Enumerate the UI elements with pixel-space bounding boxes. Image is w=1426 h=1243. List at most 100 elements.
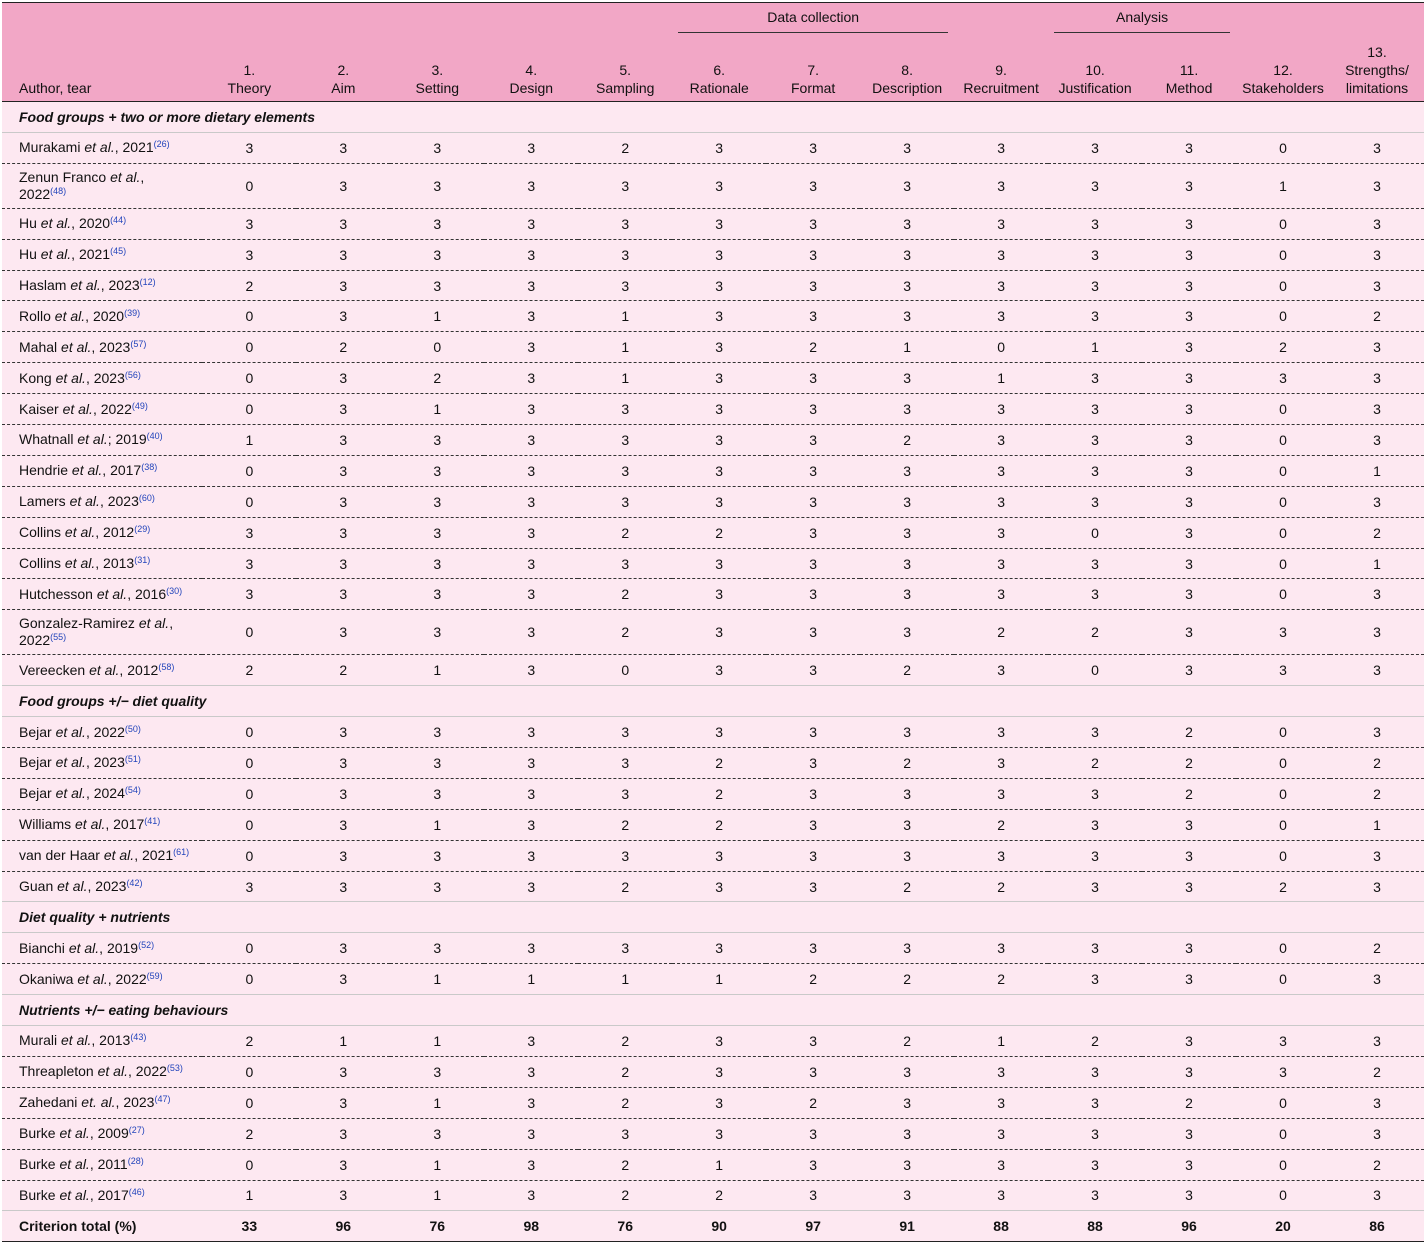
criterion-number: 13.	[1367, 44, 1387, 60]
score-cell: 3	[1048, 1056, 1143, 1088]
score-cell: 3	[296, 1056, 391, 1088]
et-al: et. al.	[81, 1094, 116, 1111]
table-row: Hu et al., 2020(44) 3 3 3 3 3 3 3 3 3 3 3 0 3	[2, 208, 1424, 240]
score-cell: 3	[202, 517, 297, 549]
criterion-number: 6.	[713, 62, 726, 78]
header-criteria-row: Author, tear 1. Theory 2. Aim 3. Setting 4. Des…	[2, 33, 1424, 102]
table-row: Hutchesson et al., 2016(30) 3 3 3 3 2 3 3 3 3 3 3 0 3	[2, 578, 1424, 611]
score-cell: 3	[1330, 716, 1424, 749]
score-cell: 3	[296, 455, 391, 487]
section-header-row: Diet quality + nutrients	[2, 901, 1424, 934]
score-cell: 3	[1330, 486, 1424, 518]
score-cell: 1	[578, 331, 673, 364]
score-cell: 2	[578, 1056, 673, 1088]
score-cell: 3	[672, 239, 767, 271]
criterion-number: 3.	[431, 62, 444, 78]
score-cell: 1	[578, 362, 673, 395]
score-cell: 3	[484, 239, 579, 271]
publication-year: 2012	[127, 661, 159, 678]
score-cell: 3	[860, 239, 955, 271]
author-name: Zahedani	[19, 1094, 82, 1111]
reference-number: (53)	[166, 1063, 183, 1074]
score-cell: 0	[202, 747, 297, 779]
score-cell: 1	[954, 362, 1049, 395]
score-cell: 3	[202, 871, 297, 903]
study-author: Hutchesson et al., 2016(30)	[2, 578, 203, 611]
reference-number: (60)	[138, 493, 155, 504]
score-cell: 1	[672, 963, 767, 996]
score-cell: 3	[672, 578, 767, 611]
score-cell: 2	[860, 1025, 955, 1057]
score-cell: 3	[390, 778, 485, 810]
study-author: Bejar et al., 2024(54)	[2, 778, 203, 810]
score-cell: 3	[296, 393, 391, 426]
author-name: Threapleton	[19, 1063, 98, 1080]
score-cell: 2	[954, 963, 1049, 996]
score-cell: 3	[766, 163, 861, 209]
score-cell: 3	[672, 871, 767, 903]
publication-year: 2022	[19, 632, 51, 649]
score-cell: 2	[860, 963, 955, 996]
score-cell: 2	[672, 517, 767, 549]
score-cell: 3	[390, 208, 485, 240]
score-cell: 3	[1330, 1087, 1424, 1119]
score-cell: 3	[1142, 548, 1237, 580]
total-value: 76	[390, 1210, 485, 1243]
publication-year: 2024	[93, 785, 125, 802]
score-cell: 1	[390, 300, 485, 333]
score-cell: 1	[296, 1025, 391, 1057]
criterion-header: 8. Description	[860, 33, 954, 102]
study-author: Rollo et al., 2020(39)	[2, 300, 203, 333]
table-row: Kong et al., 2023(56) 0 3 2 3 1 3 3 3 1 3 3 3 3	[2, 362, 1424, 395]
table-body: Food groups + two or more dietary elemen…	[2, 101, 1424, 1243]
score-cell: 3	[1330, 362, 1424, 395]
publication-year: 2022	[19, 185, 51, 202]
et-al: et al.	[97, 1063, 128, 1080]
score-cell: 3	[1048, 393, 1143, 426]
author-year: ,	[89, 1156, 98, 1173]
score-cell: 3	[672, 300, 767, 333]
score-cell: 2	[672, 747, 767, 779]
et-al: et al.	[55, 785, 86, 802]
criterion-label: Strengths/	[1345, 62, 1409, 78]
score-cell: 3	[484, 486, 579, 518]
score-cell: 3	[860, 1056, 955, 1088]
publication-year: 2023	[99, 338, 131, 355]
score-cell: 3	[1048, 239, 1143, 271]
score-cell: 3	[860, 1087, 955, 1119]
study-author: van der Haar et al., 2021(61)	[2, 840, 203, 872]
score-cell: 2	[954, 871, 1049, 903]
score-cell: 3	[390, 747, 485, 779]
score-cell: 3	[484, 331, 579, 364]
score-cell: 2	[860, 424, 955, 456]
table-row: Zahedani et. al., 2023(47) 0 3 1 3 2 3 2 3 3 3 2 0 3	[2, 1087, 1424, 1119]
score-cell: 1	[202, 424, 297, 456]
score-cell: 3	[860, 393, 955, 426]
publication-year: 2020	[92, 307, 125, 324]
score-cell: 3	[578, 239, 673, 271]
criterion-label: limitations	[1345, 80, 1409, 96]
author-name: Guan	[19, 878, 58, 895]
score-cell: 3	[860, 932, 955, 965]
score-cell: 3	[954, 716, 1049, 749]
criterion-header: 7. Format	[766, 33, 860, 102]
author-name: Gonzalez-Ramirez	[19, 615, 139, 632]
score-cell: 3	[954, 270, 1049, 302]
total-value: 96	[1142, 1210, 1237, 1243]
score-cell: 3	[1330, 132, 1424, 164]
score-cell: 2	[766, 331, 861, 364]
author-year: ,	[85, 785, 94, 802]
score-cell: 3	[954, 932, 1049, 965]
score-cell: 3	[954, 517, 1049, 549]
score-cell: 3	[1330, 871, 1424, 903]
reference-number: (48)	[50, 185, 67, 196]
table-row: van der Haar et al., 2021(61) 0 3 3 3 3 3 3 3 3 3 3…	[2, 840, 1424, 872]
score-cell: 3	[484, 270, 579, 302]
score-cell: 3	[390, 486, 485, 518]
score-cell: 3	[672, 393, 767, 426]
score-cell: 2	[578, 1149, 673, 1181]
publication-year: 2019	[106, 939, 139, 956]
score-cell: 2	[202, 270, 297, 302]
score-cell: 0	[1236, 963, 1330, 996]
score-cell: 0	[202, 1149, 297, 1181]
